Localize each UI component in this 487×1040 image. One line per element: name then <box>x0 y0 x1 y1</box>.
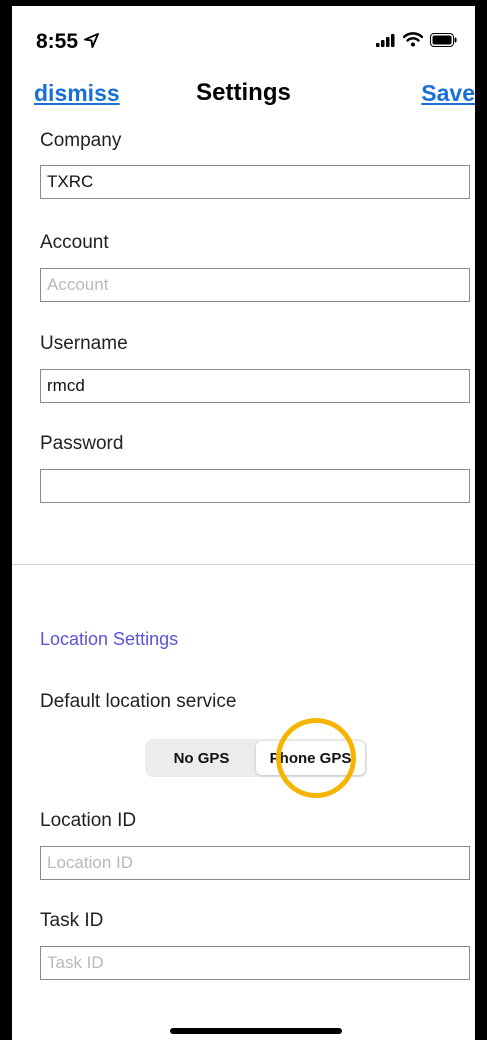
account-label: Account <box>40 232 109 253</box>
location-id-input[interactable] <box>40 846 470 880</box>
home-indicator[interactable] <box>170 1028 342 1034</box>
username-input[interactable] <box>40 369 470 403</box>
account-input[interactable] <box>40 268 470 302</box>
status-time-text: 8:55 <box>36 30 79 53</box>
status-bar: 8:55 <box>12 6 475 68</box>
status-time: 8:55 <box>36 30 100 54</box>
location-id-label: Location ID <box>40 810 137 831</box>
default-location-service-label: Default location service <box>40 691 237 712</box>
company-input[interactable] <box>40 165 470 199</box>
page-title: Settings <box>196 79 291 106</box>
save-button[interactable]: Save <box>421 80 475 107</box>
wifi-icon <box>402 32 424 52</box>
location-settings-header: Location Settings <box>40 629 179 649</box>
location-service-segmented-control: No GPS Phone GPS <box>145 739 367 777</box>
company-label: Company <box>40 130 122 151</box>
status-icons <box>376 32 457 52</box>
username-label: Username <box>40 333 128 354</box>
password-input[interactable] <box>40 469 470 503</box>
cellular-signal-icon <box>376 33 396 52</box>
task-id-input[interactable] <box>40 946 470 980</box>
location-arrow-icon <box>84 30 100 54</box>
phone-screen: 8:55 dismiss Settings Save Company TXRC … <box>0 0 487 1040</box>
section-divider <box>12 564 475 565</box>
task-id-label: Task ID <box>40 910 104 931</box>
navigation-bar: dismiss Settings Save <box>12 74 475 118</box>
battery-icon <box>430 32 457 52</box>
password-label: Password <box>40 433 124 454</box>
segment-no-gps[interactable]: No GPS <box>147 741 256 775</box>
segment-phone-gps[interactable]: Phone GPS <box>256 741 365 775</box>
